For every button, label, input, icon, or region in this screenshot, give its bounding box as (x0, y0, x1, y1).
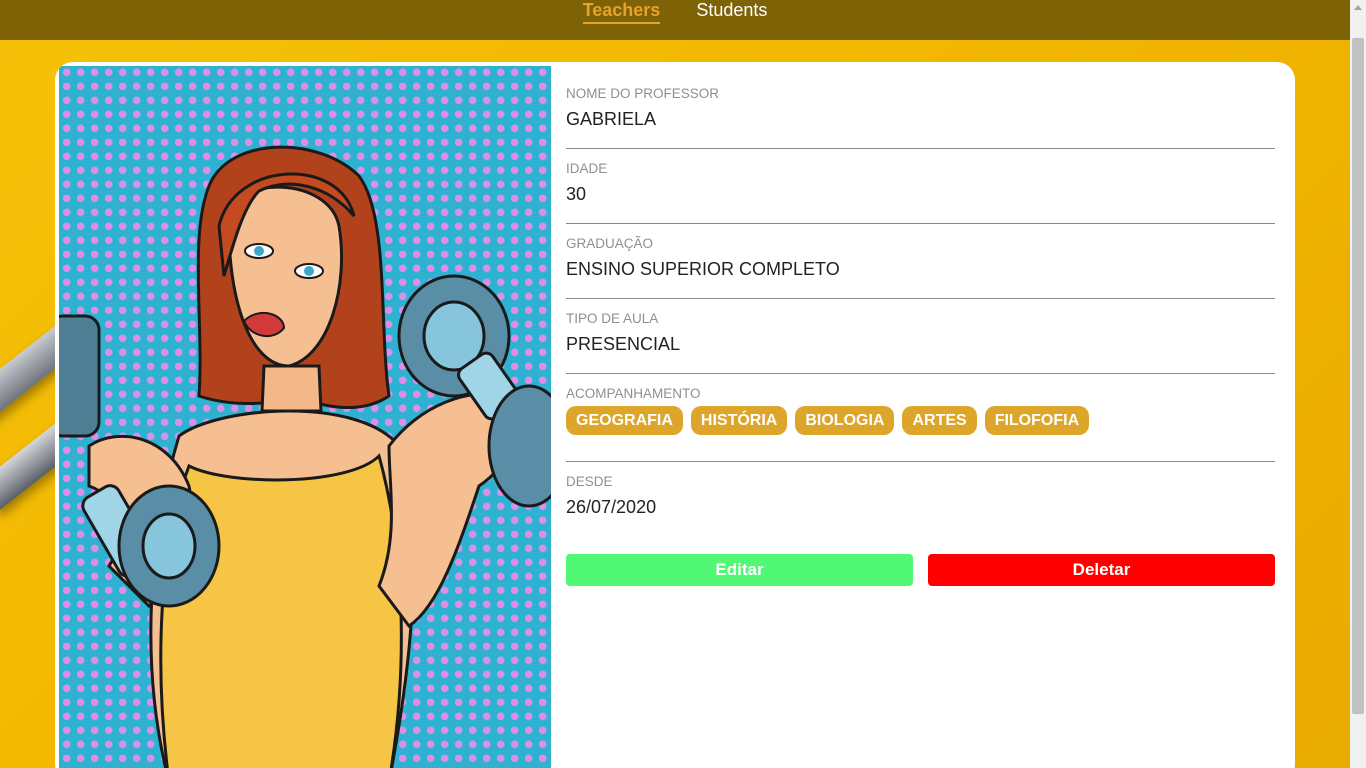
field-label: NOME DO PROFESSOR (566, 86, 720, 101)
subject-chip-list: GEOGRAFIA HISTÓRIA BIOLOGIA ARTES FILOFO… (566, 406, 1275, 444)
teacher-info: NOME DO PROFESSOR GABRIELA IDADE 30 GRAD… (566, 86, 1275, 586)
field-label: ACOMPANHAMENTO (566, 386, 701, 401)
teacher-education: ENSINO SUPERIOR COMPLETO (566, 259, 840, 279)
field-label: GRADUAÇÃO (566, 236, 654, 251)
subject-chip: ARTES (902, 406, 977, 435)
field-subjects: ACOMPANHAMENTO GEOGRAFIA HISTÓRIA BIOLOG… (566, 386, 1275, 462)
teacher-photo (59, 66, 551, 768)
field-education: GRADUAÇÃO ENSINO SUPERIOR COMPLETO (566, 236, 1275, 299)
page-scrollbar[interactable] (1350, 0, 1366, 768)
field-name: NOME DO PROFESSOR GABRIELA (566, 86, 1275, 149)
subject-chip: GEOGRAFIA (566, 406, 683, 435)
teacher-age: 30 (566, 184, 587, 204)
scroll-up-arrow-icon[interactable] (1350, 0, 1366, 16)
subject-chip: BIOLOGIA (795, 406, 895, 435)
teacher-class-type: PRESENCIAL (566, 334, 681, 354)
field-label: TIPO DE AULA (566, 311, 659, 326)
field-label: DESDE (566, 474, 613, 489)
top-navigation: Teachers Students (0, 0, 1350, 40)
scrollbar-thumb[interactable] (1352, 38, 1364, 714)
teacher-illustration (59, 145, 551, 768)
action-buttons: Editar Deletar (566, 554, 1275, 586)
field-label: IDADE (566, 161, 608, 176)
edit-button[interactable]: Editar (566, 554, 913, 586)
field-age: IDADE 30 (566, 161, 1275, 224)
subject-chip: FILOFOFIA (984, 406, 1090, 435)
teacher-since-date: 26/07/2020 (566, 497, 657, 517)
field-since: DESDE 26/07/2020 (566, 474, 1275, 536)
field-class-type: TIPO DE AULA PRESENCIAL (566, 311, 1275, 374)
delete-button[interactable]: Deletar (928, 554, 1275, 586)
teacher-name: GABRIELA (566, 109, 657, 129)
subject-chip: HISTÓRIA (690, 406, 788, 435)
teacher-detail-card: NOME DO PROFESSOR GABRIELA IDADE 30 GRAD… (55, 62, 1295, 768)
nav-link-teachers[interactable]: Teachers (582, 0, 661, 24)
nav-link-students[interactable]: Students (696, 0, 767, 22)
